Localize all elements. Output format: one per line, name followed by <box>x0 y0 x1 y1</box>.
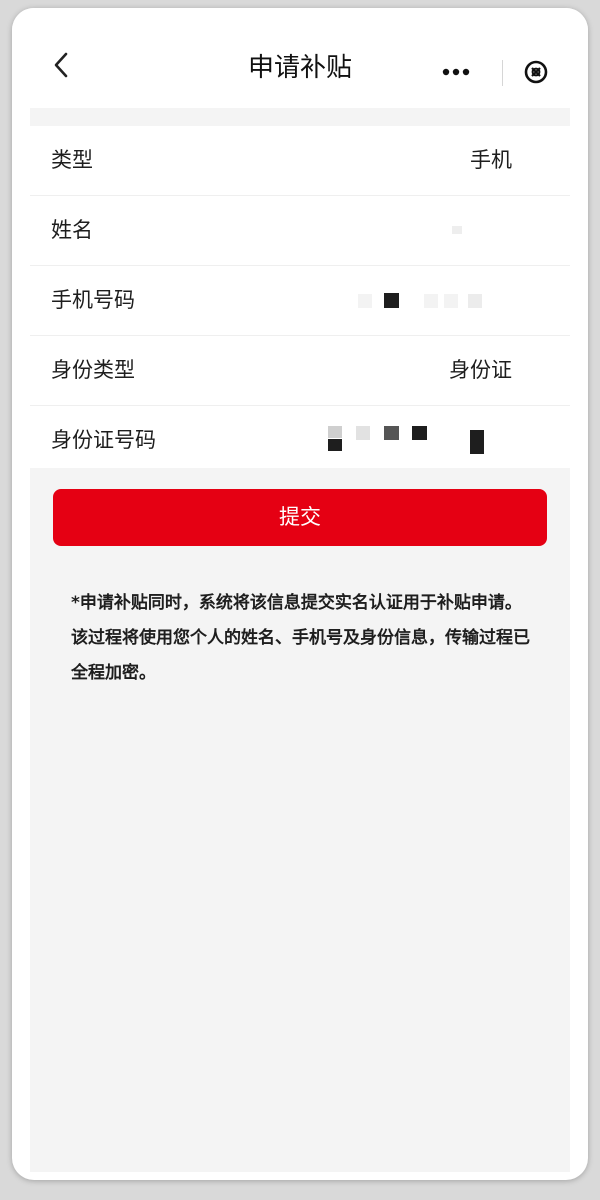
submit-button[interactable]: 提交 <box>53 489 547 546</box>
form-row-phone[interactable]: 手机号码 <box>30 266 570 336</box>
name-masked-value <box>320 196 520 265</box>
chevron-left-icon <box>54 52 68 78</box>
subsidy-form: 类型 手机 姓名 手机号码 身份类型 身份证 身份证号码 <box>30 126 570 475</box>
name-label: 姓名 <box>51 218 93 242</box>
form-row-name[interactable]: 姓名 <box>30 196 570 266</box>
id-number-masked-value <box>320 406 520 475</box>
id-type-label: 身份类型 <box>51 358 135 382</box>
mini-program-capsule <box>426 48 568 96</box>
close-circle-icon <box>524 60 548 84</box>
header-gap <box>30 108 570 126</box>
navigation-bar: 申请补贴 <box>12 8 588 108</box>
phone-masked-value <box>320 266 520 335</box>
content-area: 提交 *申请补贴同时，系统将该信息提交实名认证用于补贴申请。该过程将使用您个人的… <box>30 468 570 1172</box>
close-button[interactable] <box>510 48 568 96</box>
page-title: 申请补贴 <box>247 53 352 83</box>
more-button[interactable] <box>426 48 496 96</box>
id-number-label: 身份证号码 <box>51 428 156 452</box>
form-row-type[interactable]: 类型 手机 <box>30 126 570 196</box>
type-value: 手机 <box>470 148 512 172</box>
privacy-notice: *申请补贴同时，系统将该信息提交实名认证用于补贴申请。该过程将使用您个人的姓名、… <box>71 593 530 683</box>
type-label: 类型 <box>51 148 93 172</box>
capsule-divider <box>502 60 503 86</box>
phone-screen: 申请补贴 类型 手机 姓名 手机号码 身份类型 身份证 身份证号码 提交 *申请… <box>12 8 588 1180</box>
id-type-value: 身份证 <box>449 358 512 382</box>
back-button[interactable] <box>46 48 76 82</box>
phone-label: 手机号码 <box>51 288 135 312</box>
form-row-id-type[interactable]: 身份类型 身份证 <box>30 336 570 406</box>
form-row-id-number[interactable]: 身份证号码 <box>30 406 570 475</box>
more-dots-icon <box>442 68 470 76</box>
